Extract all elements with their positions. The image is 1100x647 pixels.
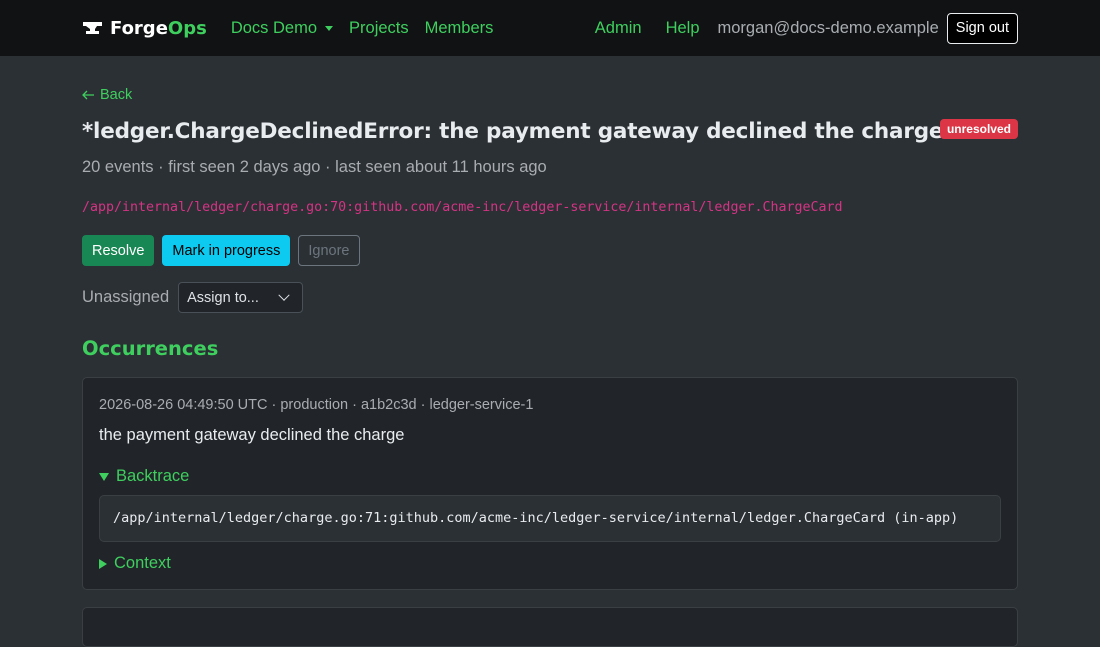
- brand-logo[interactable]: Forge Ops: [82, 18, 207, 39]
- backtrace-toggle[interactable]: Backtrace: [99, 467, 189, 486]
- backtrace-label: Backtrace: [116, 467, 190, 485]
- anvil-icon: [83, 22, 102, 34]
- sign-out-button[interactable]: Sign out: [946, 12, 1018, 44]
- status-badge: unresolved: [939, 119, 1018, 139]
- back-link[interactable]: Back: [82, 87, 132, 103]
- resolve-button[interactable]: Resolve: [82, 235, 155, 266]
- occurrence-card-next: [82, 607, 1018, 647]
- assign-select-value: Assign to...: [187, 289, 259, 306]
- nav-admin-link[interactable]: Admin: [595, 19, 642, 38]
- top-navbar: Forge Ops Docs Demo Projects Members Adm…: [0, 0, 1100, 56]
- issue-location: /app/internal/ledger/charge.go:70:github…: [82, 200, 843, 215]
- chevron-down-icon: [278, 289, 290, 301]
- nav-projects-link[interactable]: Projects: [349, 19, 409, 38]
- occurrence-message: the payment gateway declined the charge: [99, 426, 405, 444]
- org-dropdown-label: Docs Demo: [230, 18, 318, 37]
- caret-down-icon: [325, 25, 334, 31]
- assignee-label: Unassigned: [82, 288, 170, 306]
- backtrace-frame: /app/internal/ledger/charge.go:71:github…: [99, 495, 1001, 542]
- navbar-right: Admin Help morgan@docs-demo.example Sign…: [571, 12, 1018, 44]
- user-email: morgan@docs-demo.example: [717, 18, 939, 37]
- assign-select[interactable]: Assign to...: [178, 282, 304, 313]
- issue-title: *ledger.ChargeDeclinedError: the payment…: [82, 119, 944, 144]
- assignment-row: Unassigned Assign to...: [82, 282, 304, 313]
- issue-meta: 20 events · first seen 2 days ago · last…: [82, 158, 547, 176]
- org-dropdown[interactable]: Docs Demo: [230, 18, 334, 38]
- nav-members-link[interactable]: Members: [425, 19, 494, 38]
- triangle-right-icon: [99, 558, 107, 569]
- occurrence-meta: 2026-08-26 04:49:50 UTC · production · a…: [99, 397, 534, 413]
- arrow-left-icon: [82, 90, 94, 100]
- occurrences-heading: Occurrences: [82, 337, 219, 360]
- mark-in-progress-button[interactable]: Mark in progress: [162, 235, 291, 266]
- nav-help-link[interactable]: Help: [666, 19, 700, 38]
- brand-name-part1: Forge: [110, 17, 168, 39]
- back-label: Back: [100, 87, 133, 103]
- occurrence-card: 2026-08-26 04:49:50 UTC · production · a…: [82, 377, 1018, 590]
- triangle-down-icon: [99, 472, 109, 481]
- context-toggle[interactable]: Context: [99, 554, 171, 573]
- issue-actions: Resolve Mark in progress Ignore: [82, 235, 360, 266]
- ignore-button[interactable]: Ignore: [298, 235, 360, 266]
- brand-name-part2: Ops: [167, 17, 207, 39]
- context-label: Context: [114, 554, 171, 572]
